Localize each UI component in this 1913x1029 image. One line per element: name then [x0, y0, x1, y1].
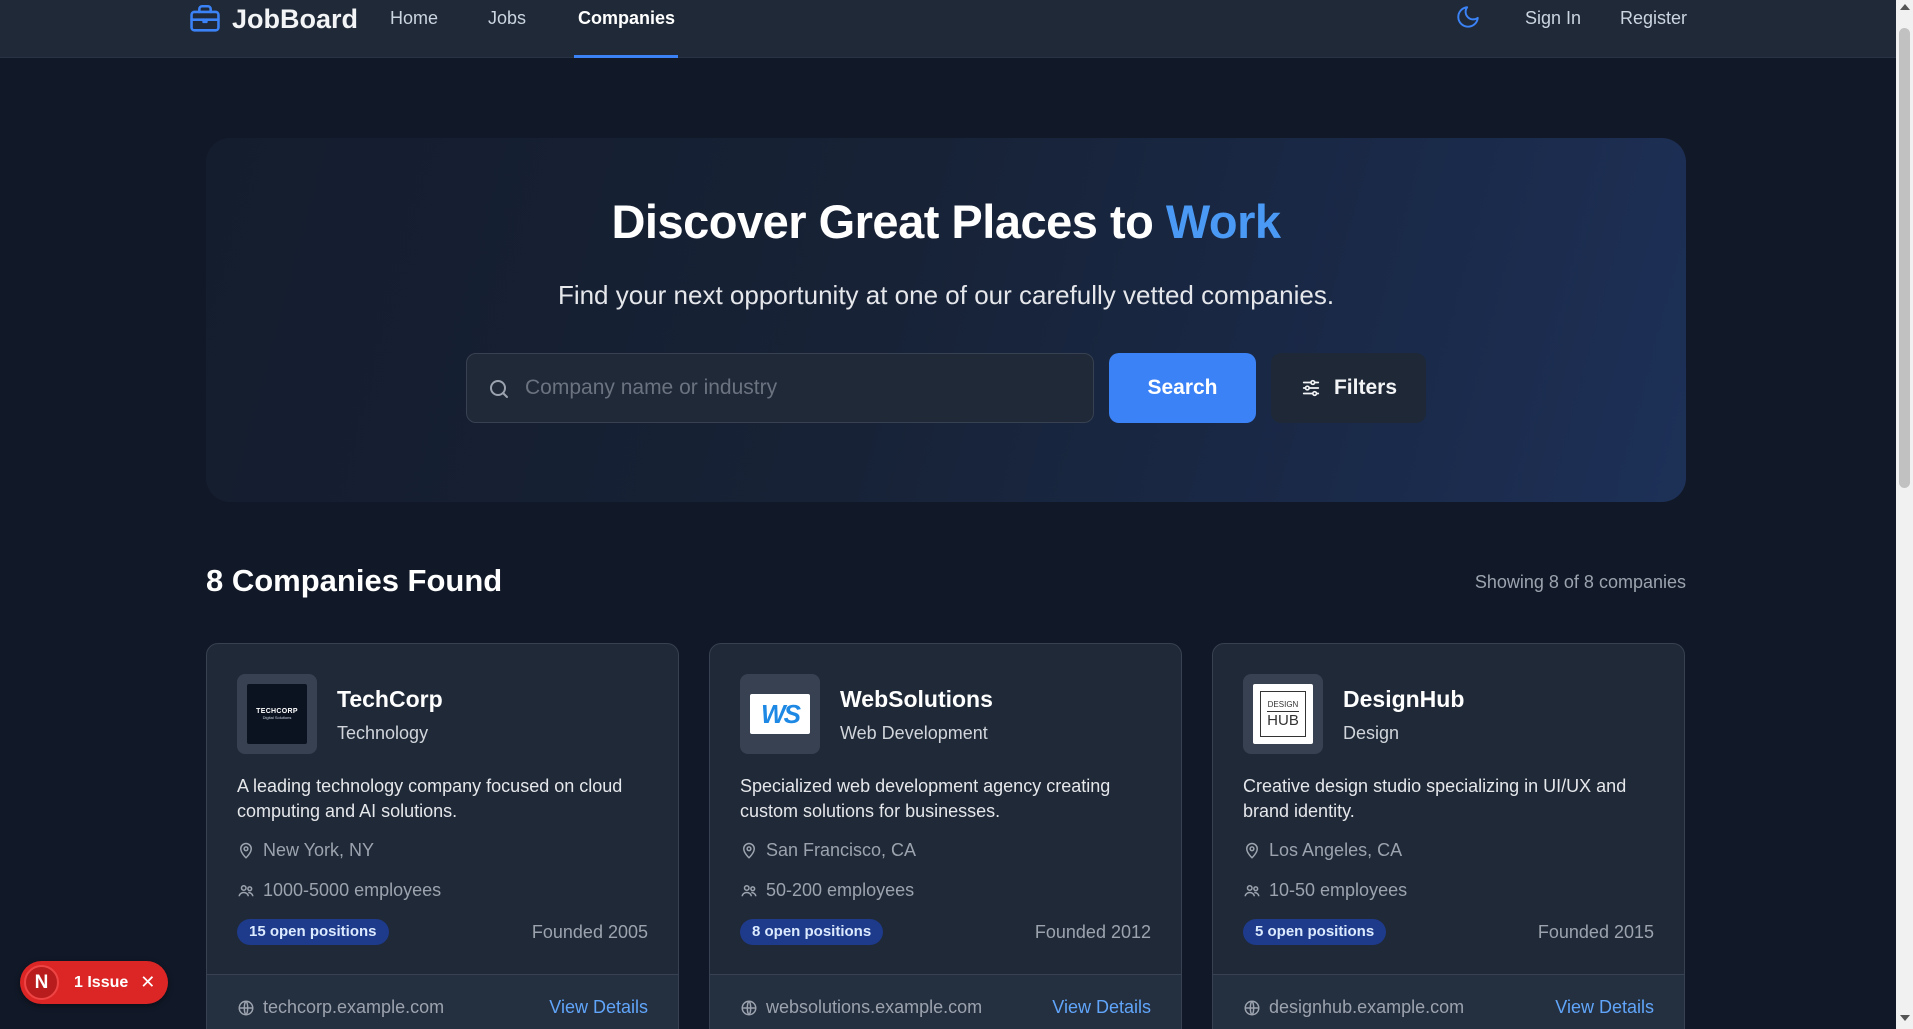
logo-subtext: Digital Solutions — [262, 715, 292, 720]
company-logo: DESIGN HUB — [1243, 674, 1323, 754]
brand-name: JobBoard — [232, 3, 359, 34]
company-search-input[interactable] — [525, 354, 1085, 422]
users-icon — [238, 884, 254, 896]
employees-text: 50-200 employees — [766, 880, 915, 900]
company-description: Creative design studio specializing in U… — [1243, 776, 1627, 821]
company-industry: Design — [1343, 723, 1400, 743]
logo-text: WS — [761, 698, 801, 729]
company-location: New York, NY — [237, 840, 374, 861]
logo-subtext: HUB — [1267, 710, 1299, 729]
results-title: 8 Companies Found — [206, 563, 503, 598]
website-text: techcorp.example.com — [263, 997, 445, 1017]
website-text: designhub.example.com — [1269, 997, 1465, 1017]
issue-badge[interactable]: N 1 Issue ✕ — [20, 961, 168, 1004]
company-name[interactable]: TechCorp — [337, 686, 443, 713]
filters-button[interactable]: Filters — [1271, 353, 1426, 423]
company-location: Los Angeles, CA — [1243, 840, 1402, 861]
logo-text: DESIGN — [1267, 699, 1299, 709]
company-size: 1000-5000 employees — [237, 880, 441, 901]
register-link[interactable]: Register — [1620, 8, 1687, 29]
map-pin-icon — [742, 842, 756, 859]
designhub-logo: DESIGN HUB — [1253, 684, 1313, 744]
sign-in-link[interactable]: Sign In — [1525, 8, 1581, 29]
techcorp-logo: TECHCORP Digital Solutions — [247, 684, 307, 744]
company-website[interactable]: designhub.example.com — [1243, 997, 1464, 1018]
logo-text: TECHCORP — [256, 708, 298, 715]
globe-icon — [1244, 1000, 1260, 1015]
search-button[interactable]: Search — [1109, 353, 1256, 423]
company-industry: Technology — [337, 723, 429, 743]
scroll-up-arrow-icon[interactable] — [1900, 4, 1910, 10]
open-positions-badge: 15 open positions — [237, 919, 389, 945]
designhub-logo-frame: DESIGN HUB — [1260, 691, 1306, 737]
scrollbar-thumb[interactable] — [1899, 28, 1910, 488]
map-pin-icon — [1245, 842, 1259, 859]
hero-section: Discover Great Places to Work Find your … — [206, 138, 1686, 502]
founded-year: Founded 2012 — [1034, 922, 1151, 942]
open-positions-badge: 8 open positions — [740, 919, 884, 945]
company-website[interactable]: techcorp.example.com — [237, 997, 444, 1018]
globe-icon — [741, 1000, 757, 1015]
company-card[interactable]: WS WebSolutions Web Development Speciali… — [709, 643, 1182, 1029]
founded-year: Founded 2015 — [1537, 922, 1654, 942]
users-icon — [741, 884, 757, 896]
websolutions-logo: WS — [750, 694, 810, 734]
top-nav: JobBoard Home Jobs Companies Sign In Reg… — [0, 0, 1896, 58]
view-details-link[interactable]: View Details — [1052, 997, 1151, 1018]
company-website[interactable]: websolutions.example.com — [740, 997, 982, 1018]
company-size: 50-200 employees — [740, 880, 914, 901]
users-icon — [1244, 884, 1260, 896]
search-icon — [490, 380, 508, 398]
hero-title-accent: Work — [1165, 195, 1281, 248]
company-logo: TECHCORP Digital Solutions — [237, 674, 317, 754]
company-location: San Francisco, CA — [740, 840, 916, 861]
hero-subtitle: Find your next opportunity at one of our… — [557, 280, 1335, 310]
card-footer: techcorp.example.com View Details — [207, 974, 678, 1029]
company-description: A leading technology company focused on … — [237, 776, 623, 821]
location-text: Los Angeles, CA — [1269, 840, 1403, 860]
card-footer: designhub.example.com View Details — [1213, 974, 1684, 1029]
location-text: New York, NY — [263, 840, 375, 860]
sliders-icon — [1302, 379, 1320, 397]
company-card[interactable]: TECHCORP Digital Solutions TechCorp Tech… — [206, 643, 679, 1029]
nav-companies[interactable]: Companies — [578, 8, 675, 29]
nav-jobs[interactable]: Jobs — [488, 8, 526, 29]
nav-home[interactable]: Home — [390, 8, 438, 29]
company-name[interactable]: DesignHub — [1343, 686, 1464, 713]
founded-year: Founded 2005 — [531, 922, 648, 942]
issue-avatar: N — [24, 965, 59, 1000]
employees-text: 10-50 employees — [1269, 880, 1408, 900]
active-tab-indicator — [574, 55, 678, 58]
briefcase-icon — [190, 4, 220, 32]
company-logo: WS — [740, 674, 820, 754]
hero-title: Discover Great Places to Work — [206, 194, 1686, 249]
brand[interactable]: JobBoard — [188, 0, 358, 38]
website-text: websolutions.example.com — [766, 997, 983, 1017]
view-details-link[interactable]: View Details — [549, 997, 648, 1018]
close-icon[interactable]: ✕ — [140, 972, 155, 993]
view-details-link[interactable]: View Details — [1555, 997, 1654, 1018]
open-positions-badge: 5 open positions — [1243, 919, 1387, 945]
issue-label[interactable]: 1 Issue — [74, 974, 128, 992]
company-industry: Web Development — [840, 723, 988, 743]
company-name[interactable]: WebSolutions — [840, 686, 993, 713]
filters-label: Filters — [1333, 376, 1398, 399]
card-footer: websolutions.example.com View Details — [710, 974, 1181, 1029]
employees-text: 1000-5000 employees — [263, 880, 442, 900]
scroll-down-arrow-icon[interactable] — [1900, 1015, 1910, 1021]
company-size: 10-50 employees — [1243, 880, 1407, 901]
company-description: Specialized web development agency creat… — [740, 776, 1111, 821]
location-text: San Francisco, CA — [766, 840, 917, 860]
vertical-scrollbar[interactable] — [1896, 0, 1913, 1029]
globe-icon — [238, 1000, 254, 1015]
results-count: Showing 8 of 8 companies — [1474, 572, 1686, 592]
search-box — [466, 353, 1094, 423]
hero-title-main: Discover Great Places to — [611, 195, 1166, 248]
moon-icon[interactable] — [1455, 4, 1481, 30]
company-card[interactable]: DESIGN HUB DesignHub Design Creative des… — [1212, 643, 1685, 1029]
map-pin-icon — [239, 842, 253, 859]
